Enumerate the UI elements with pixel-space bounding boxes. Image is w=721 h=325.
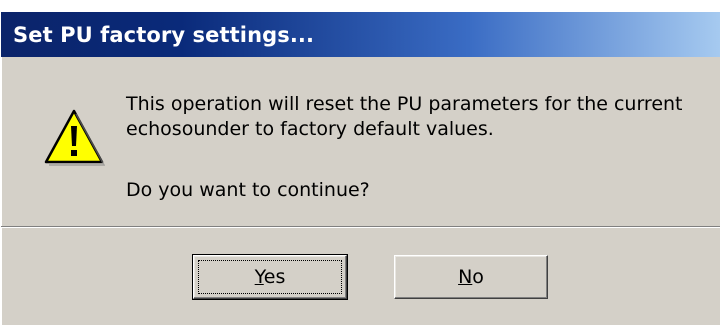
dialog-title: Set PU factory settings... <box>13 22 315 47</box>
confirm-question: Do you want to continue? <box>126 179 370 201</box>
title-bar[interactable]: Set PU factory settings... <box>1 12 720 57</box>
no-button-label: No <box>458 266 484 288</box>
separator <box>1 226 720 228</box>
no-label-rest: o <box>472 266 484 288</box>
no-mnemonic: N <box>458 266 473 288</box>
message-text: This operation will reset the PU paramet… <box>126 92 706 142</box>
message-line-1: This operation will reset the PU paramet… <box>126 93 683 115</box>
no-button[interactable]: No <box>394 255 548 299</box>
yes-button[interactable]: Yes <box>192 254 348 300</box>
message-line-2: echosounder to factory default values. <box>126 118 494 140</box>
warning-icon <box>44 109 105 166</box>
focus-ring <box>198 260 342 294</box>
dialog-window: Set PU factory settings... This operatio… <box>1 12 720 325</box>
